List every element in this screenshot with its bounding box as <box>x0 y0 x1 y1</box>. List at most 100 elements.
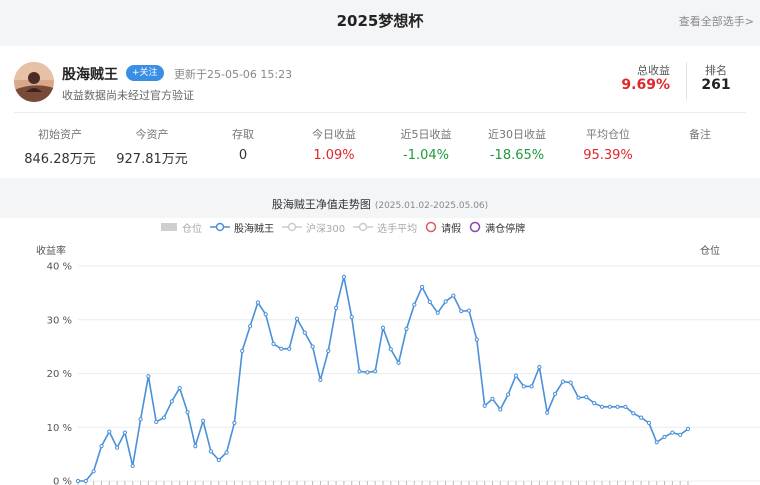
data-point <box>287 346 292 351</box>
data-point <box>334 305 339 311</box>
chart-title-text: 股海贼王净值走势图 <box>271 198 371 211</box>
data-point <box>584 395 589 400</box>
y-tick-label: 0 % <box>53 477 72 485</box>
data-point <box>427 299 432 305</box>
data-point <box>592 401 597 406</box>
data-point <box>232 420 237 425</box>
data-point <box>263 312 268 317</box>
legend-item-position[interactable]: 仓位 <box>160 220 202 235</box>
data-point <box>138 417 143 422</box>
data-point <box>662 434 667 439</box>
legend-item-average[interactable]: 选手平均 <box>353 220 417 235</box>
data-point <box>443 299 448 304</box>
data-point <box>177 385 182 391</box>
stat-value: 846.28万元 <box>24 152 96 167</box>
legend-item-leave[interactable]: 请假 <box>425 220 461 235</box>
stat-today-return: 今日收益 1.09% <box>289 126 379 163</box>
data-point <box>83 478 88 484</box>
data-point <box>380 325 386 330</box>
data-point <box>240 348 245 353</box>
data-point <box>404 326 409 331</box>
legend-item-csi300[interactable]: 沪深300 <box>282 220 345 235</box>
data-point <box>255 300 260 305</box>
data-point <box>474 337 479 342</box>
stat-avg-position: 平均仓位 95.39% <box>563 126 653 163</box>
data-point <box>388 347 393 352</box>
data-point <box>373 369 378 374</box>
stat-current-assets: 今资产 927.81万元 <box>107 126 197 167</box>
data-point <box>154 419 159 424</box>
data-point <box>599 404 605 409</box>
data-point <box>357 369 362 374</box>
data-point <box>349 315 354 320</box>
legend-item-suspended[interactable]: 满仓停牌 <box>469 220 525 235</box>
data-point <box>91 469 96 474</box>
data-point <box>685 426 691 431</box>
stat-label: 今日收益 <box>312 128 356 141</box>
data-point <box>122 430 128 435</box>
data-point <box>107 429 112 434</box>
data-point <box>271 341 276 346</box>
data-point <box>161 415 167 420</box>
legend-label: 满仓停牌 <box>485 223 526 235</box>
data-point <box>451 293 456 298</box>
data-point <box>498 407 503 412</box>
data-point <box>560 379 566 384</box>
data-point <box>537 365 542 370</box>
divider <box>686 62 687 100</box>
updated-time: 更新于25-05-06 15:23 <box>174 68 293 81</box>
data-point <box>326 348 331 353</box>
data-point <box>670 430 675 435</box>
divider <box>14 112 746 113</box>
follow-button[interactable]: +关注 <box>126 65 164 81</box>
data-point <box>482 403 487 408</box>
legend-label: 沪深300 <box>306 223 346 235</box>
view-all-players-link[interactable]: 查看全部选手> <box>679 13 754 29</box>
y-axis-label: 收益率 <box>36 246 66 257</box>
avatar[interactable] <box>14 62 54 102</box>
data-point <box>466 308 472 313</box>
y-tick-label: 30 % <box>47 315 72 326</box>
data-point <box>513 373 519 378</box>
data-point <box>294 316 300 321</box>
data-point <box>201 418 206 423</box>
data-point <box>459 309 464 314</box>
data-point <box>130 463 135 468</box>
data-point <box>678 432 683 437</box>
stat-value: -18.65% <box>489 148 545 163</box>
data-point <box>568 380 573 385</box>
data-point <box>631 411 636 416</box>
legend-item-player[interactable]: 股海贼王 <box>210 220 274 235</box>
data-point <box>529 384 534 389</box>
stat-label: 近30日收益 <box>488 128 546 141</box>
legend-label: 选手平均 <box>377 223 418 235</box>
data-point <box>639 415 644 420</box>
data-point <box>654 440 659 445</box>
data-point <box>185 410 190 415</box>
data-point <box>99 444 104 449</box>
data-point <box>224 450 229 455</box>
square-icon <box>161 223 177 231</box>
data-point <box>208 449 213 454</box>
data-point <box>193 444 198 449</box>
stat-value: 95.39% <box>583 148 633 163</box>
rank-label: 排名 <box>705 64 727 77</box>
data-point <box>576 395 581 400</box>
data-point <box>420 284 425 290</box>
stat-label: 备注 <box>689 128 711 141</box>
verification-note: 收益数据尚未经过官方验证 <box>62 89 194 102</box>
data-point <box>75 478 81 484</box>
data-point <box>216 457 221 463</box>
page-title: 2025梦想杯 <box>336 12 424 30</box>
data-point <box>623 404 628 409</box>
stat-deposit-withdraw: 存取 0 <box>198 126 288 163</box>
y-tick-label: 40 % <box>47 262 72 273</box>
y-tick-label: 10 % <box>47 423 72 434</box>
chart-legend: 仓位 股海贼王 沪深300 选手平均 请假 满仓停牌 <box>160 220 533 235</box>
stat-label: 存取 <box>232 128 254 141</box>
data-point <box>396 360 401 365</box>
chart-date-range: (2025.01.02-2025.05.06) <box>374 201 489 211</box>
rank-value: 261 <box>701 77 731 93</box>
stat-value: 927.81万元 <box>116 152 188 167</box>
data-point <box>365 370 370 375</box>
